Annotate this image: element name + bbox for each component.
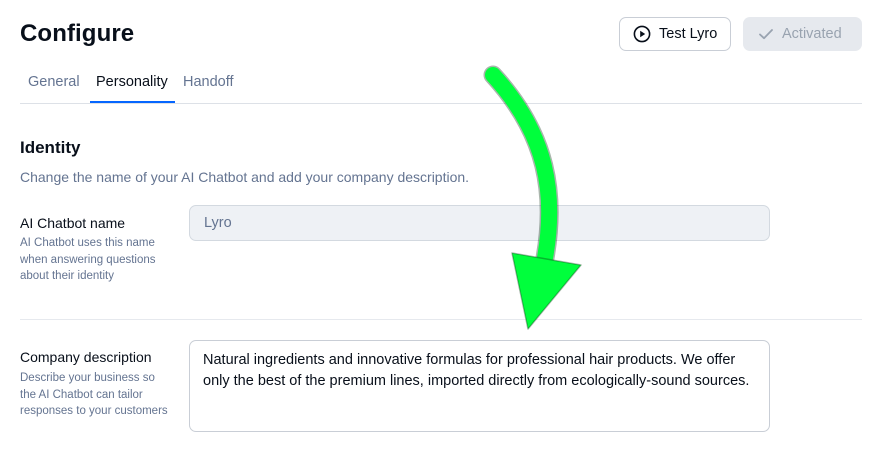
activated-label: Activated [782,26,842,42]
test-lyro-label: Test Lyro [659,26,718,42]
company-description-help: Describe your business so the AI Chatbot… [20,372,168,417]
check-icon [757,25,775,43]
identity-section-description: Change the name of your AI Chatbot and a… [20,169,470,185]
activated-button: Activated [743,17,862,51]
section-divider [20,319,862,320]
identity-section-title: Identity [20,138,81,157]
tab-handoff[interactable]: Handoff [183,74,234,104]
company-description-textarea[interactable]: Natural ingredients and innovative formu… [189,340,770,432]
chatbot-name-input[interactable] [189,205,770,241]
play-circle-icon [633,25,651,43]
company-description-label: Company description [20,349,152,365]
tab-general[interactable]: General [28,74,80,104]
config-tabs: General Personality Handoff [20,74,862,104]
chatbot-name-help: AI Chatbot uses this name when answering… [20,237,156,282]
active-tab-indicator [90,101,175,103]
page-title: Configure [20,20,135,47]
tab-personality[interactable]: Personality [96,74,168,104]
test-lyro-button[interactable]: Test Lyro [619,17,731,51]
chatbot-name-label: AI Chatbot name [20,215,126,231]
